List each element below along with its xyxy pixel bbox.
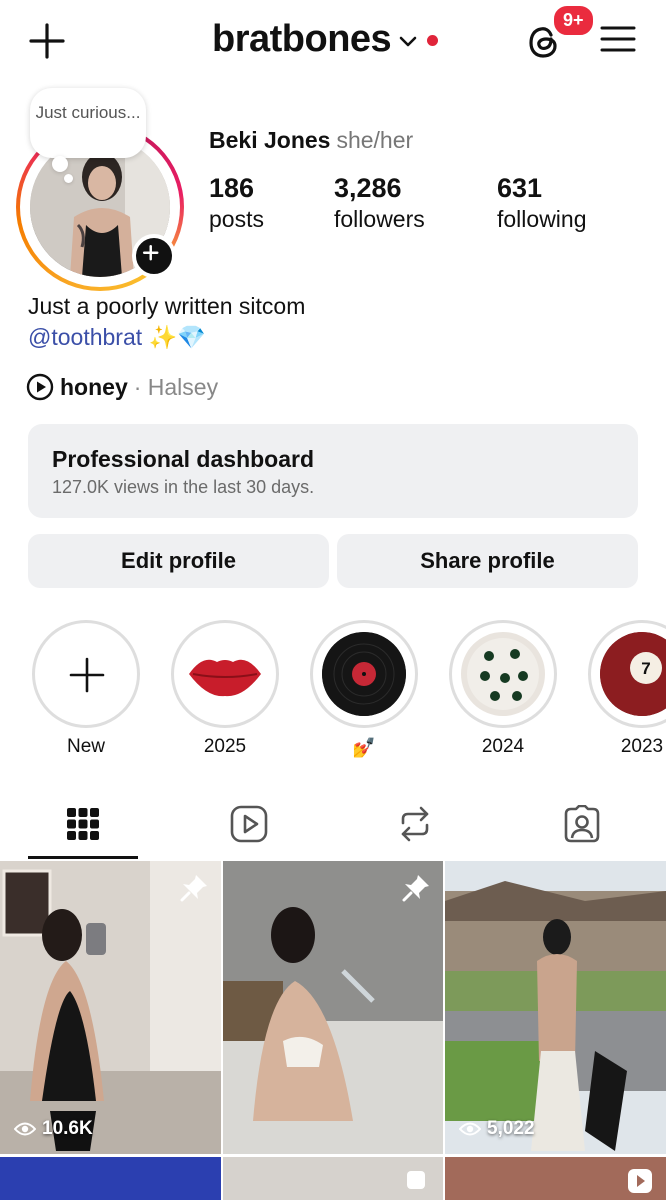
eye-icon <box>14 1122 36 1136</box>
tab-posts-grid[interactable] <box>28 790 138 858</box>
post-tile[interactable] <box>0 1157 221 1200</box>
highlight-label: 2024 <box>481 736 525 757</box>
note-tail <box>52 156 68 172</box>
svg-text:7: 7 <box>641 659 650 678</box>
play-circle-icon <box>26 373 54 401</box>
menu-icon[interactable] <box>600 24 636 54</box>
tab-reels[interactable] <box>194 790 304 858</box>
reel-play-icon <box>628 1169 652 1193</box>
username: bratbones <box>212 18 392 60</box>
note-tail-small <box>64 174 73 183</box>
stat-label: posts <box>209 206 264 232</box>
highlight-circle: 7 <box>588 620 666 728</box>
grid-icon <box>67 808 99 840</box>
highlight-label: 2023 <box>620 736 664 757</box>
post-image <box>0 861 221 1154</box>
highlight-circle <box>32 620 140 728</box>
highlight-circle <box>310 620 418 728</box>
note-text: Just curious... <box>35 103 141 122</box>
tab-tagged[interactable] <box>527 790 637 858</box>
reels-icon <box>230 805 268 843</box>
pin-icon <box>180 875 207 902</box>
pin-icon <box>402 875 429 902</box>
chevron-down-icon <box>399 36 417 46</box>
active-tab-indicator <box>28 856 138 859</box>
view-count-text: 10.6K <box>42 1118 93 1139</box>
pronouns: she/her <box>336 127 414 153</box>
bio-text: Just a poorly written sitcom <box>28 293 306 319</box>
profile-music[interactable]: honey · Halsey <box>26 373 218 401</box>
highlight-circle <box>449 620 557 728</box>
carousel-icon <box>407 1171 425 1189</box>
share-profile-button[interactable]: Share profile <box>337 534 638 588</box>
profile-name: Beki Jones she/her <box>209 127 413 154</box>
highlight-circle <box>171 620 279 728</box>
stat-following[interactable]: 631 following <box>497 173 587 233</box>
note-bubble[interactable]: Just curious... <box>30 88 146 158</box>
dice-image <box>461 632 545 716</box>
notification-dot <box>427 35 439 46</box>
vinyl-record-image <box>322 632 406 716</box>
add-story-plus-icon[interactable] <box>132 234 176 278</box>
tab-reposts[interactable] <box>360 790 470 858</box>
profile-tabs <box>0 790 666 860</box>
highlight-label: 💅 <box>352 738 376 759</box>
top-bar: bratbones 9+ <box>0 0 666 90</box>
stat-posts[interactable]: 186 posts <box>209 173 264 233</box>
post-tile[interactable] <box>223 1157 443 1200</box>
billiard-ball-image: 7 <box>600 632 666 716</box>
eye-icon <box>459 1122 481 1136</box>
stat-label: followers <box>334 206 425 232</box>
stat-value: 3,286 <box>334 173 402 203</box>
highlight-new[interactable]: New <box>32 620 140 758</box>
account-switcher[interactable]: bratbones <box>212 18 439 61</box>
plus-icon <box>69 657 105 693</box>
post-tile[interactable] <box>445 1157 666 1200</box>
post-tile[interactable]: 10.6K <box>0 861 221 1154</box>
stat-value: 186 <box>209 173 255 203</box>
lips-image <box>183 632 267 716</box>
reposts-icon <box>401 806 429 842</box>
professional-dashboard[interactable]: Professional dashboard 127.0K views in t… <box>28 424 638 518</box>
highlight-2024[interactable]: 2024 <box>449 620 557 758</box>
stat-followers[interactable]: 3,286 followers <box>334 173 425 233</box>
post-tile[interactable]: 5,022 <box>445 861 666 1154</box>
view-count: 5,022 <box>459 1118 535 1140</box>
stat-value: 631 <box>497 173 543 203</box>
music-artist: · Halsey <box>133 373 219 400</box>
tagged-icon <box>564 805 600 843</box>
view-count: 10.6K <box>14 1118 93 1140</box>
post-image <box>223 861 443 1154</box>
highlight-nails[interactable]: 💅 <box>310 620 418 760</box>
dashboard-title: Professional dashboard <box>52 446 315 472</box>
bio-mention-link[interactable]: @toothbrat ✨💎 <box>28 324 206 351</box>
threads-badge: 9+ <box>552 4 595 37</box>
highlight-label: New <box>66 736 105 757</box>
create-plus-icon[interactable] <box>28 22 66 60</box>
edit-profile-button[interactable]: Edit profile <box>28 534 329 588</box>
highlight-2023[interactable]: 7 2023 <box>588 620 666 758</box>
dashboard-subtitle: 127.0K views in the last 30 days. <box>52 477 315 497</box>
view-count-text: 5,022 <box>487 1118 535 1139</box>
post-image <box>445 861 666 1154</box>
highlight-2025[interactable]: 2025 <box>171 620 279 758</box>
highlight-label: 2025 <box>203 736 247 757</box>
stat-label: following <box>497 206 587 232</box>
post-tile[interactable] <box>223 861 443 1154</box>
full-name: Beki Jones <box>209 127 331 153</box>
music-song: honey <box>60 373 128 400</box>
